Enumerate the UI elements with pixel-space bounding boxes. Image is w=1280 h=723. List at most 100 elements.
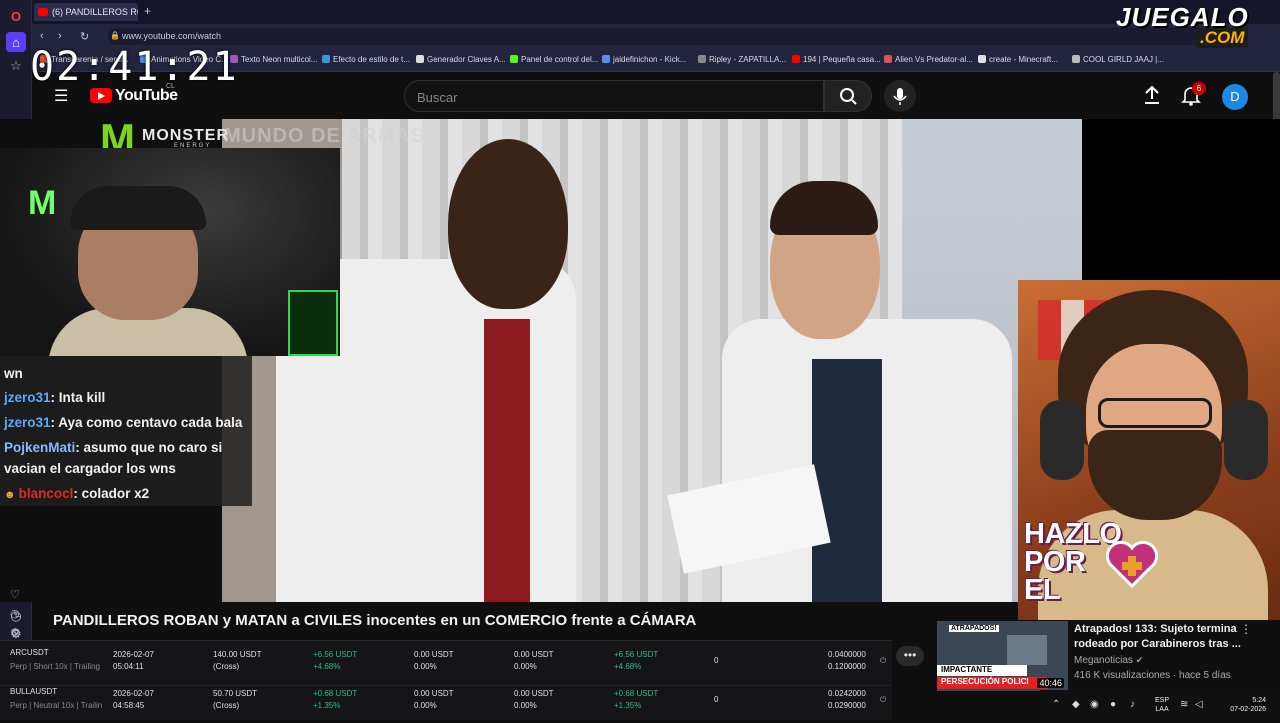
video-duration: 40:46 [1037, 678, 1064, 688]
avatar-glasses [1098, 398, 1212, 428]
chat-username: jzero31 [4, 390, 51, 405]
more-vert-icon[interactable]: ⋮ [1240, 622, 1252, 636]
power-icon[interactable]: ⏻ [880, 655, 886, 667]
trading-positions-panel: ARCUSDT Perp | Short 10x | Trailing 2026… [0, 640, 892, 720]
position-sub: Perp | Neutral 10x | Trailin [10, 701, 103, 710]
search-box[interactable]: Buscar [404, 80, 824, 112]
headphones-icon [1040, 400, 1084, 480]
chevron-up-icon[interactable]: ⌃ [1052, 699, 1060, 710]
chat-message: vacian el cargador los wns [4, 461, 176, 476]
search-input[interactable]: Buscar [417, 90, 457, 105]
table-row[interactable]: BULLAUSDT Perp | Neutral 10x | Trailin 2… [0, 685, 892, 723]
opera-logo-icon[interactable]: O [6, 6, 26, 26]
position-total-pct: +4.68% [614, 662, 642, 671]
bookmark-item[interactable]: jaidefinichon - Kick... [602, 55, 686, 64]
position-price2: 0.0290000 [828, 701, 866, 710]
forward-icon[interactable]: › [58, 30, 62, 42]
system-clock[interactable]: 5:24 07-02-2026 [1210, 696, 1266, 714]
upload-button[interactable] [1142, 84, 1162, 111]
chat-message: jzero31: Inta kill [4, 390, 106, 405]
power-icon[interactable]: ⏻ [880, 694, 886, 706]
notification-badge: 6 [1192, 82, 1206, 95]
recommended-title[interactable]: Atrapados! 133: Sujeto termina rodeado p… [1074, 622, 1242, 652]
home-icon[interactable]: ⌂ [6, 32, 26, 52]
position-price1: 0.0242000 [828, 689, 866, 698]
position-total: +0.68 USDT [614, 689, 659, 698]
position-total-pct: +1.35% [614, 701, 642, 710]
bookmark-item[interactable]: Generador Claves A... [416, 55, 506, 64]
bookmark-item[interactable]: Texto Neon multicol... [230, 55, 317, 64]
bookmark-item[interactable]: 194 | Pequeña casa... [792, 55, 881, 64]
doctor-right-scrubs [812, 359, 882, 602]
position-margin-sub: (Cross) [213, 662, 240, 671]
position-margin: 50.70 USDT [213, 689, 258, 698]
chat-badge-icon: ☻ [4, 489, 19, 501]
app-icon[interactable]: ● [1110, 699, 1116, 710]
microphone-icon[interactable]: ♪ [1130, 699, 1135, 710]
stream-clock: 02:41:21 [30, 44, 239, 90]
table-row[interactable]: ARCUSDT Perp | Short 10x | Trailing 2026… [0, 647, 892, 685]
notifications-button[interactable]: 6 [1180, 82, 1206, 111]
url-text: www.youtube.com/watch [122, 31, 222, 41]
bookmark-item[interactable]: Panel de control del... [510, 55, 598, 64]
app-icon[interactable]: ◆ [1072, 699, 1080, 710]
new-tab-icon[interactable]: + [144, 4, 151, 18]
search-icon [840, 88, 857, 105]
position-c1-pct: 0.00% [414, 701, 437, 710]
tab-title: (6) PANDILLEROS ROB [52, 7, 138, 17]
reload-icon[interactable]: ↻ [80, 30, 89, 43]
streamer-avatar-overlay: HAZLO POR EL [1018, 280, 1280, 620]
position-c2: 0.00 USDT [514, 650, 554, 659]
position-margin: 140.00 USDT [213, 650, 262, 659]
headphones-right-icon [1224, 400, 1268, 480]
youtube-logo-icon[interactable] [90, 88, 112, 103]
tab-strip: (6) PANDILLEROS ROB + [32, 0, 1280, 24]
clock-icon[interactable]: ◷ [10, 607, 20, 620]
bookmark-item[interactable]: Efecto de estilo de t... [322, 55, 410, 64]
thumb-tag: ATRAPADOS! [949, 625, 999, 632]
bookmark-item[interactable]: create - Minecraft... [978, 55, 1058, 64]
position-c2: 0.00 USDT [514, 689, 554, 698]
wifi-icon[interactable]: ≋ [1180, 699, 1188, 710]
position-count: 0 [714, 695, 719, 704]
back-icon[interactable]: ‹ [40, 30, 44, 42]
search-button[interactable] [824, 80, 872, 112]
star-icon[interactable]: ☆ [6, 56, 26, 76]
video-letterbox [1082, 119, 1280, 280]
voice-search-button[interactable] [884, 80, 916, 112]
position-date: 2026-02-07 [113, 650, 154, 659]
volume-icon[interactable]: ◁ [1195, 699, 1203, 710]
more-options-button[interactable]: ••• [896, 646, 924, 666]
video-player[interactable] [222, 119, 1082, 602]
app-icon[interactable]: ◉ [1090, 699, 1099, 710]
chat-username: blancocl [18, 486, 74, 501]
channel-watermark: MUNDO DE ARMAS [224, 125, 426, 147]
position-pnl: +6.56 USDT [313, 650, 358, 659]
position-margin-sub: (Cross) [213, 701, 240, 710]
bookmark-item[interactable]: COOL GIRLD JAAJ |... [1072, 55, 1164, 64]
position-c1: 0.00 USDT [414, 689, 454, 698]
position-c2-pct: 0.00% [514, 701, 537, 710]
thumb-band: IMPACTANTE [937, 665, 1027, 676]
url-field[interactable]: 🔒 www.youtube.com/watch [108, 28, 1218, 45]
chat-message: wn [4, 366, 23, 381]
language-indicator[interactable]: ESP LAA [1155, 696, 1169, 714]
youtube-favicon-icon [38, 8, 48, 16]
monster-can-right-icon [288, 290, 338, 356]
tab-youtube[interactable]: (6) PANDILLEROS ROB [34, 3, 138, 21]
account-avatar[interactable]: D [1222, 84, 1248, 110]
position-pnl-pct: +1.35% [313, 701, 341, 710]
chat-username: jzero31 [4, 415, 51, 430]
doctor-left-tie [484, 319, 530, 602]
recommended-channel[interactable]: Meganoticias ✔ [1074, 655, 1143, 666]
like-icon[interactable]: ♡ [10, 588, 20, 601]
monster-can-icon: M [28, 184, 57, 222]
recommended-thumbnail[interactable]: ATRAPADOS! IMPACTANTE PERSECUCIÓN POLICI… [937, 621, 1068, 691]
gear-icon[interactable]: ⚙ [10, 626, 20, 639]
bookmark-item[interactable]: Alien Vs Predator-al... [884, 55, 973, 64]
thumb-band: PERSECUCIÓN POLICI [937, 677, 1047, 689]
position-pnl-pct: +4.68% [313, 662, 341, 671]
verified-icon: ✔ [1135, 655, 1144, 665]
doctor-left-head [448, 139, 568, 309]
bookmark-item[interactable]: Ripley - ZAPATILLA... [698, 55, 786, 64]
